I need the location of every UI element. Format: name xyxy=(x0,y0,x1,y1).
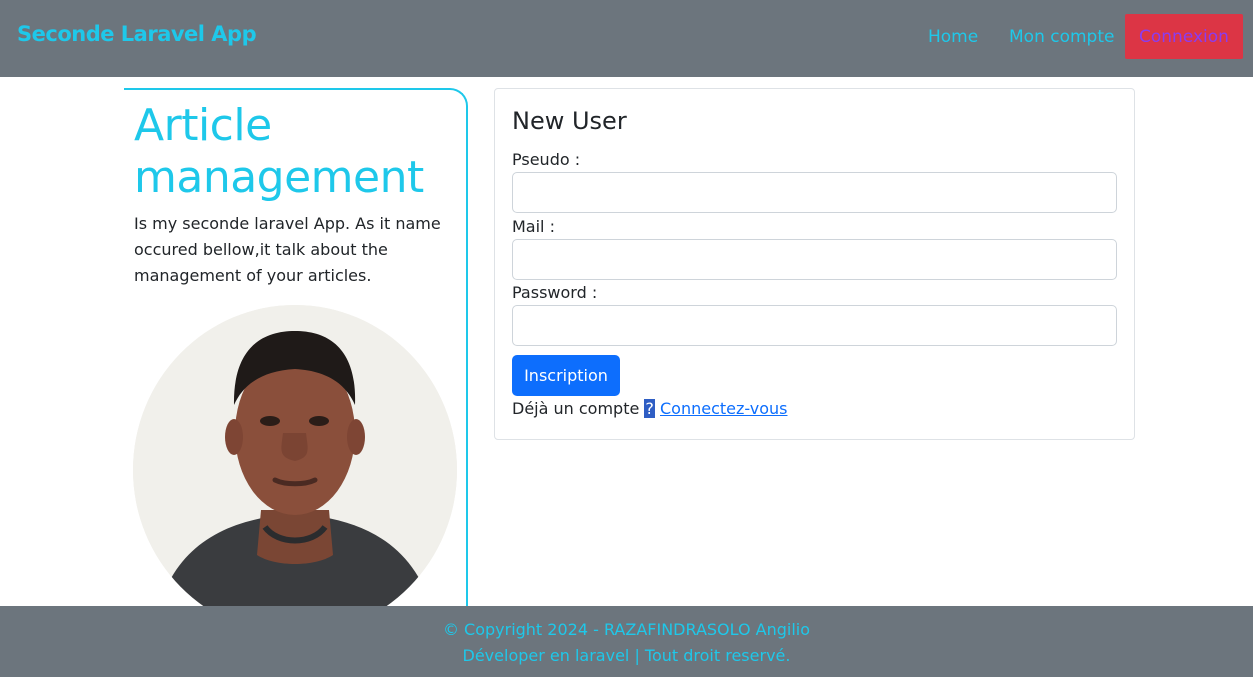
footer-copyright: © Copyright 2024 - RAZAFINDRASOLO Angili… xyxy=(442,620,811,639)
pseudo-input[interactable] xyxy=(512,172,1117,213)
footer: © Copyright 2024 - RAZAFINDRASOLO Angili… xyxy=(0,606,1253,677)
top-navbar: Seconde Laravel App Home Mon compte Conn… xyxy=(0,0,1253,77)
password-input[interactable] xyxy=(512,305,1117,346)
already-account-line: Déjà un compte ? Connectez-vous xyxy=(512,399,787,418)
avatar xyxy=(133,305,457,635)
brand-link[interactable]: Seconde Laravel App xyxy=(17,22,257,46)
question-mark: ? xyxy=(644,399,655,418)
mail-label: Mail : xyxy=(512,217,555,236)
form-title: New User xyxy=(512,107,627,135)
login-button[interactable]: Connexion xyxy=(1125,14,1243,59)
nav-home-link[interactable]: Home xyxy=(928,27,978,47)
avatar-portrait-image xyxy=(133,305,457,635)
mail-input[interactable] xyxy=(512,239,1117,280)
nav-account-link[interactable]: Mon compte xyxy=(1009,27,1114,47)
already-account-text: Déjà un compte xyxy=(512,399,645,418)
side-title: Article management xyxy=(134,100,424,203)
connect-link[interactable]: Connectez-vous xyxy=(660,399,787,418)
footer-credit: Déveloper en laravel | Tout droit reserv… xyxy=(462,646,791,665)
inscription-button[interactable]: Inscription xyxy=(512,355,620,396)
side-description: Is my seconde laravel App. As it name oc… xyxy=(134,214,441,285)
password-label: Password : xyxy=(512,283,598,302)
pseudo-label: Pseudo : xyxy=(512,150,581,169)
